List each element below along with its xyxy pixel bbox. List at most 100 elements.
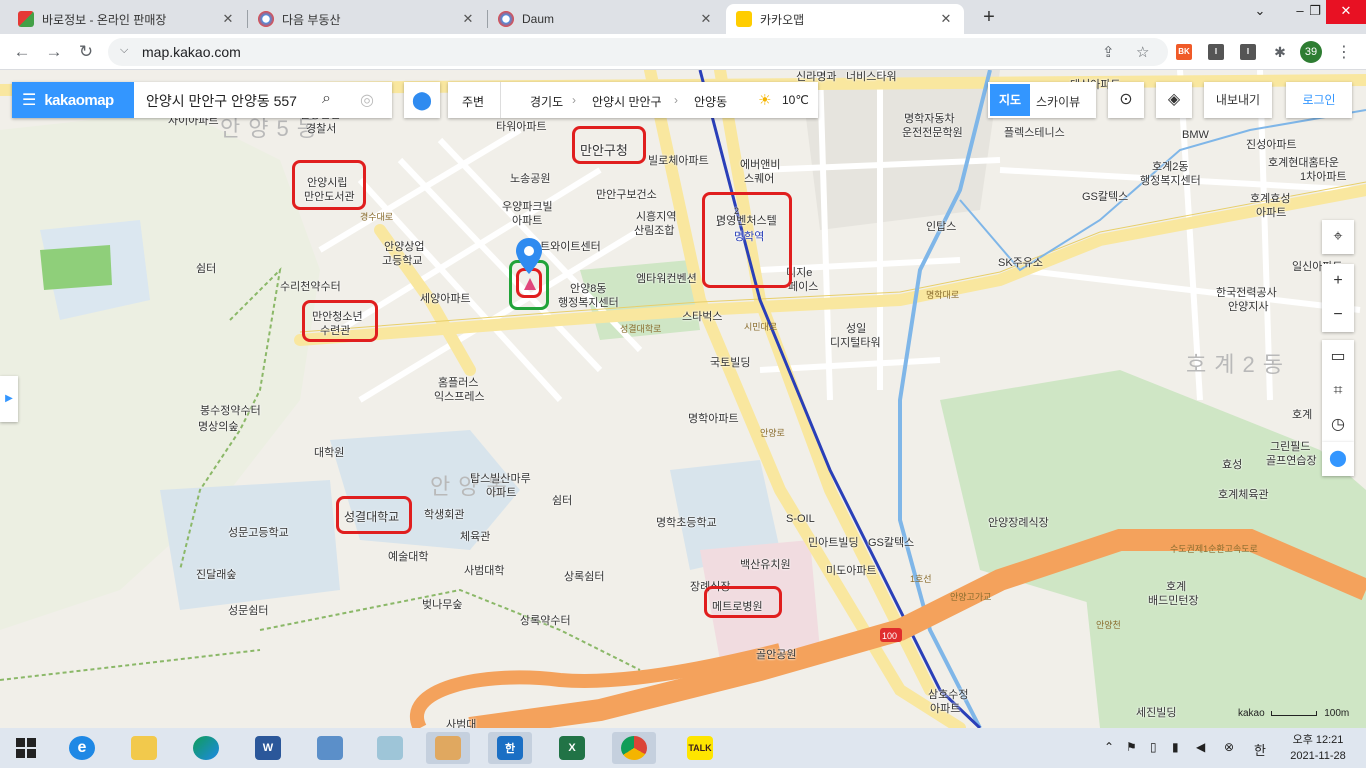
place-label[interactable]: 미도아파트 xyxy=(826,564,877,578)
place-label[interactable]: 벚나무숲 xyxy=(422,598,462,612)
map-canvas[interactable]: 안양5동 안양동 호계2동 신라명과 너비스타워 대신아파트 자이아파트 안양만… xyxy=(0,70,1366,728)
compass-icon[interactable]: ◷ xyxy=(1322,408,1354,442)
device-icon[interactable]: ▯ xyxy=(1150,740,1157,754)
layers-icon[interactable]: ◈ xyxy=(1156,82,1192,118)
system-clock[interactable]: 오후 12:21 2021-11-28 xyxy=(1286,732,1350,764)
place-label[interactable]: 사범대 xyxy=(446,718,476,728)
location-pin-icon[interactable]: ⬤ xyxy=(404,82,440,118)
location-marker-icon[interactable] xyxy=(514,236,544,276)
reload-icon[interactable]: ↻ xyxy=(74,40,98,64)
place-label[interactable]: GS칼텍스 xyxy=(1082,190,1128,204)
place-label[interactable]: 스퀘어 xyxy=(744,172,774,186)
excel-icon[interactable]: X xyxy=(550,732,594,764)
place-label[interactable]: 학생회관 xyxy=(424,508,464,522)
place-label[interactable]: 호계2동 xyxy=(1152,160,1188,174)
place-label[interactable]: 성문쉼터 xyxy=(228,604,268,618)
place-label[interactable]: 명학자동차 xyxy=(904,112,955,126)
place-label[interactable]: 안양8동 xyxy=(570,282,606,296)
place-label[interactable]: 안양지사 xyxy=(1228,300,1268,314)
area-icon[interactable]: ⌗ xyxy=(1322,374,1354,408)
place-label[interactable]: 행정복지센터 xyxy=(1140,174,1201,188)
place-label[interactable]: 노송공원 xyxy=(510,172,550,186)
ime-indicator[interactable]: 한 xyxy=(1254,740,1266,759)
kakaotalk-icon[interactable]: TALK xyxy=(678,732,722,764)
place-label[interactable]: 플렉스테니스 xyxy=(1004,126,1065,140)
place-label[interactable]: 페이스 xyxy=(788,280,818,294)
place-label[interactable]: 스타벅스 xyxy=(682,310,722,324)
nearby-button[interactable]: 주변 xyxy=(462,93,484,110)
network-manager-icon[interactable] xyxy=(308,732,352,764)
search-icon[interactable]: ⌕ xyxy=(322,90,331,108)
check-icon[interactable]: ◎ xyxy=(360,90,374,110)
place-label[interactable]: 만안구보건소 xyxy=(596,188,657,202)
place-label[interactable]: 호계현대홈타운 xyxy=(1268,156,1339,170)
place-label[interactable]: 예술대학 xyxy=(388,550,428,564)
login-button[interactable]: 로그인 xyxy=(1286,82,1352,118)
place-label[interactable]: 사범대학 xyxy=(464,564,504,578)
roadview-pin-icon[interactable]: ⊙ xyxy=(1108,82,1144,118)
new-tab-button[interactable]: + xyxy=(977,6,1001,30)
menu-icon[interactable]: ☰ xyxy=(22,90,36,110)
internet-explorer-icon[interactable]: e xyxy=(60,732,104,764)
zoom-in-icon[interactable]: + xyxy=(1322,264,1354,298)
network-icon[interactable]: ▮ xyxy=(1172,740,1179,754)
place-label[interactable]: 세양아파트 xyxy=(420,292,471,306)
breadcrumb-item[interactable]: 안양시 만안구 xyxy=(592,93,662,110)
place-label[interactable]: 봉수정약수터 xyxy=(200,404,261,418)
hangul-icon[interactable]: 한 xyxy=(488,732,532,764)
place-label[interactable]: 엠타워컨벤션 xyxy=(636,272,697,286)
place-label[interactable]: 진성아파트 xyxy=(1246,138,1297,152)
share-icon[interactable]: ⇪ xyxy=(1102,43,1115,61)
tab-close-icon[interactable]: ✕ xyxy=(698,11,714,27)
breadcrumb-item[interactable]: 경기도 xyxy=(530,93,563,110)
place-label[interactable]: 골안공원 xyxy=(756,648,796,662)
place-label[interactable]: 호계효성 xyxy=(1250,192,1290,206)
place-label[interactable]: 1차아파트 xyxy=(1300,170,1347,184)
notification-flag-icon[interactable]: ⚑ xyxy=(1126,740,1137,754)
place-label[interactable]: 너비스타워 xyxy=(846,70,897,84)
file-explorer-icon[interactable] xyxy=(122,732,166,764)
tab-baro[interactable]: 바로정보 - 온라인 판매장 ✕ xyxy=(8,4,246,34)
extension-icon[interactable]: BK xyxy=(1176,44,1192,60)
place-label[interactable]: 백산유치원 xyxy=(740,558,791,572)
place-label[interactable]: 국토빌딩 xyxy=(710,356,750,370)
windows-start-icon[interactable] xyxy=(4,732,48,764)
volume-icon[interactable]: ◀ xyxy=(1196,740,1205,754)
place-label[interactable]: 시흥지역 xyxy=(636,210,676,224)
place-label[interactable]: 아파트 xyxy=(930,702,960,716)
tab-close-icon[interactable]: ✕ xyxy=(460,11,476,27)
place-label[interactable]: 명학아파트 xyxy=(688,412,739,426)
place-label[interactable]: 고등학교 xyxy=(382,254,422,268)
tab-close-icon[interactable]: ✕ xyxy=(220,11,236,27)
place-label[interactable]: 세진빌딩 xyxy=(1136,706,1176,720)
word-icon[interactable]: W xyxy=(246,732,290,764)
place-label[interactable]: 트와이트센터 xyxy=(540,240,601,254)
breadcrumb-item[interactable]: 안양동 xyxy=(694,93,727,110)
expand-panel-icon[interactable]: ▶ xyxy=(0,376,18,422)
back-icon[interactable]: ← xyxy=(10,40,34,64)
place-label[interactable]: 홈플러스 xyxy=(438,376,478,390)
place-label[interactable]: 아파트 xyxy=(1256,206,1286,220)
address-bar[interactable]: ⌵ map.kakao.com ⇪ ☆ xyxy=(108,38,1168,66)
place-label[interactable]: 민아트빌딩 xyxy=(808,536,859,550)
place-label[interactable]: 디지털타워 xyxy=(830,336,881,350)
place-label[interactable]: 쉼터 xyxy=(552,494,572,508)
place-label[interactable]: S-OIL xyxy=(786,512,815,526)
place-label[interactable]: 에버앤비 xyxy=(740,158,780,172)
skyview-button[interactable]: 스카이뷰 xyxy=(1036,93,1080,110)
place-label[interactable]: 익스프레스 xyxy=(434,390,485,404)
place-label[interactable]: 아파트 xyxy=(486,486,516,500)
place-label[interactable]: 명학초등학교 xyxy=(656,516,717,530)
search-input[interactable]: 안양시 만안구 안양동 557 xyxy=(146,91,316,111)
place-label[interactable]: SK주유소 xyxy=(998,256,1043,270)
forward-icon[interactable]: → xyxy=(42,40,66,64)
profile-avatar[interactable]: 39 xyxy=(1300,41,1322,63)
place-label[interactable]: 아파트 xyxy=(512,214,542,228)
place-label[interactable]: 삼호수정 xyxy=(928,688,968,702)
site-info-icon[interactable]: ⌵ xyxy=(120,44,128,57)
place-label[interactable]: 타워아파트 xyxy=(496,120,547,134)
place-label[interactable]: 효성 xyxy=(1222,458,1242,472)
place-label[interactable]: 행정복지센터 xyxy=(558,296,619,310)
tab-daum[interactable]: Daum ✕ xyxy=(488,4,724,34)
place-label[interactable]: 수리천약수터 xyxy=(280,280,341,294)
